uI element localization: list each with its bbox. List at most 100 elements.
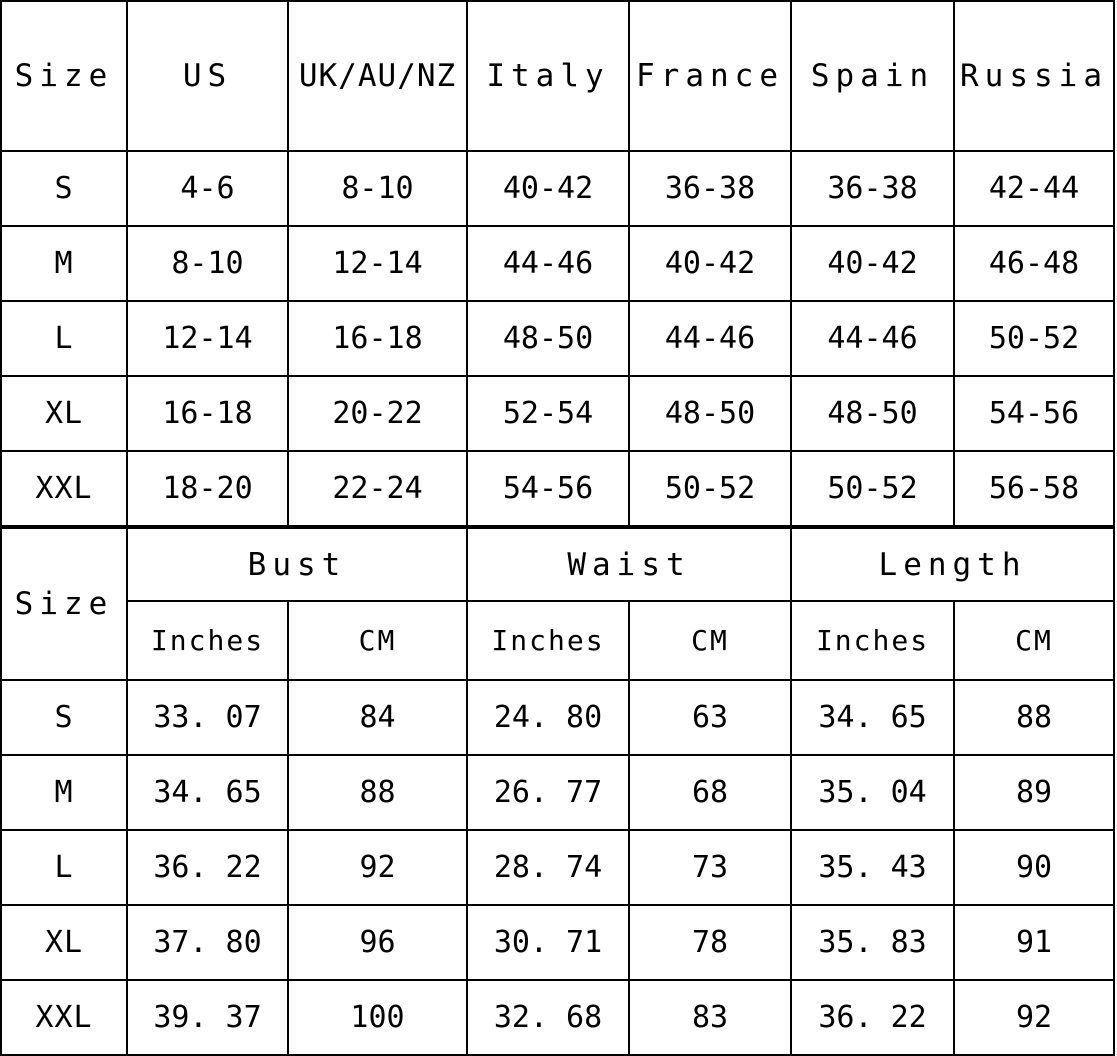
cell-bust-inches: 34. 65 bbox=[126, 754, 289, 831]
cell-uk-au-nz: 22-24 bbox=[287, 450, 468, 527]
cell-russia: 46-48 bbox=[953, 225, 1115, 302]
cell-waist-inches: 28. 74 bbox=[466, 829, 630, 906]
table-row: L 12-14 16-18 48-50 44-46 44-46 50-52 bbox=[0, 300, 1115, 377]
cell-length-cm: 92 bbox=[953, 979, 1116, 1056]
cell-us: 4-6 bbox=[126, 150, 289, 227]
conversion-header-row: Size US UK/AU/NZ Italy France Spain Russ… bbox=[0, 0, 1115, 152]
table-row: S 4-6 8-10 40-42 36-38 36-38 42-44 bbox=[0, 150, 1115, 227]
cell-size: M bbox=[0, 754, 128, 831]
column-header-length-inches: Inches bbox=[790, 600, 956, 681]
cell-size: S bbox=[0, 679, 128, 756]
cell-bust-cm: 88 bbox=[287, 754, 468, 831]
column-header-bust-cm: CM bbox=[287, 600, 468, 681]
cell-waist-cm: 83 bbox=[627, 979, 793, 1056]
cell-size: XL bbox=[0, 375, 128, 452]
cell-waist-cm: 68 bbox=[627, 754, 793, 831]
cell-size: XL bbox=[0, 904, 128, 981]
cell-bust-inches: 36. 22 bbox=[126, 829, 289, 906]
cell-length-cm: 91 bbox=[953, 904, 1116, 981]
cell-spain: 40-42 bbox=[790, 225, 955, 302]
cell-italy: 52-54 bbox=[466, 375, 630, 452]
group-header-waist: Waist bbox=[465, 527, 793, 602]
cell-russia: 56-58 bbox=[953, 450, 1115, 527]
cell-italy: 48-50 bbox=[466, 300, 630, 377]
cell-russia: 50-52 bbox=[953, 300, 1115, 377]
column-header-size: Size bbox=[0, 0, 128, 152]
table-row: XXL 39. 37 100 32. 68 83 36. 22 92 bbox=[0, 979, 1116, 1056]
cell-france: 50-52 bbox=[628, 450, 792, 527]
cell-bust-cm: 100 bbox=[287, 979, 468, 1056]
cell-bust-cm: 92 bbox=[287, 829, 468, 906]
cell-bust-cm: 84 bbox=[287, 679, 468, 756]
size-chart-container: Size US UK/AU/NZ Italy France Spain Russ… bbox=[0, 0, 1117, 1056]
cell-italy: 40-42 bbox=[466, 150, 630, 227]
cell-size: S bbox=[0, 150, 128, 227]
table-row: M 34. 65 88 26. 77 68 35. 04 89 bbox=[0, 754, 1116, 831]
table-row: L 36. 22 92 28. 74 73 35. 43 90 bbox=[0, 829, 1116, 906]
table-row: XL 16-18 20-22 52-54 48-50 48-50 54-56 bbox=[0, 375, 1115, 452]
column-header-us: US bbox=[126, 0, 289, 152]
cell-waist-inches: 30. 71 bbox=[466, 904, 630, 981]
cell-size: M bbox=[0, 225, 128, 302]
column-header-size: Size bbox=[0, 527, 128, 681]
cell-russia: 42-44 bbox=[953, 150, 1115, 227]
table-row: XXL 18-20 22-24 54-56 50-52 50-52 56-58 bbox=[0, 450, 1115, 527]
cell-france: 40-42 bbox=[628, 225, 792, 302]
cell-waist-cm: 78 bbox=[627, 904, 793, 981]
table-row: M 8-10 12-14 44-46 40-42 40-42 46-48 bbox=[0, 225, 1115, 302]
cell-spain: 44-46 bbox=[790, 300, 955, 377]
body-measurement-table: Size Bust Waist Length Inches CM Inches … bbox=[0, 527, 1116, 1056]
group-header-length: Length bbox=[790, 527, 1116, 602]
cell-length-cm: 89 bbox=[953, 754, 1116, 831]
column-header-russia: Russia bbox=[953, 0, 1115, 152]
cell-waist-inches: 24. 80 bbox=[466, 679, 630, 756]
cell-uk-au-nz: 12-14 bbox=[287, 225, 468, 302]
cell-waist-cm: 73 bbox=[627, 829, 793, 906]
table-row: S 33. 07 84 24. 80 63 34. 65 88 bbox=[0, 679, 1116, 756]
column-header-waist-inches: Inches bbox=[466, 600, 630, 681]
cell-uk-au-nz: 16-18 bbox=[287, 300, 468, 377]
cell-size: L bbox=[0, 300, 128, 377]
cell-us: 12-14 bbox=[126, 300, 289, 377]
cell-italy: 54-56 bbox=[466, 450, 630, 527]
column-header-spain: Spain bbox=[790, 0, 955, 152]
cell-uk-au-nz: 20-22 bbox=[287, 375, 468, 452]
column-header-waist-cm: CM bbox=[627, 600, 793, 681]
cell-length-inches: 36. 22 bbox=[790, 979, 956, 1056]
cell-length-cm: 90 bbox=[953, 829, 1116, 906]
cell-length-cm: 88 bbox=[953, 679, 1116, 756]
cell-size: XXL bbox=[0, 979, 128, 1056]
column-header-uk-au-nz: UK/AU/NZ bbox=[287, 0, 468, 152]
cell-waist-cm: 63 bbox=[627, 679, 793, 756]
cell-bust-inches: 39. 37 bbox=[126, 979, 289, 1056]
cell-bust-inches: 37. 80 bbox=[126, 904, 289, 981]
cell-length-inches: 35. 43 bbox=[790, 829, 956, 906]
cell-france: 48-50 bbox=[628, 375, 792, 452]
cell-spain: 48-50 bbox=[790, 375, 955, 452]
cell-length-inches: 35. 04 bbox=[790, 754, 956, 831]
cell-france: 36-38 bbox=[628, 150, 792, 227]
cell-uk-au-nz: 8-10 bbox=[287, 150, 468, 227]
cell-waist-inches: 32. 68 bbox=[466, 979, 630, 1056]
cell-france: 44-46 bbox=[628, 300, 792, 377]
cell-length-inches: 34. 65 bbox=[790, 679, 956, 756]
table-row: XL 37. 80 96 30. 71 78 35. 83 91 bbox=[0, 904, 1116, 981]
cell-italy: 44-46 bbox=[466, 225, 630, 302]
measurement-group-header-row: Size Bust Waist Length bbox=[0, 527, 1116, 681]
cell-us: 16-18 bbox=[126, 375, 289, 452]
column-header-bust-inches: Inches bbox=[126, 600, 289, 681]
group-header-bust: Bust bbox=[126, 527, 468, 602]
column-header-italy: Italy bbox=[466, 0, 630, 152]
cell-bust-cm: 96 bbox=[287, 904, 468, 981]
cell-length-inches: 35. 83 bbox=[790, 904, 956, 981]
cell-russia: 54-56 bbox=[953, 375, 1115, 452]
cell-spain: 50-52 bbox=[790, 450, 955, 527]
column-header-length-cm: CM bbox=[953, 600, 1116, 681]
size-conversion-table: Size US UK/AU/NZ Italy France Spain Russ… bbox=[0, 0, 1115, 527]
cell-size: XXL bbox=[0, 450, 128, 527]
cell-size: L bbox=[0, 829, 128, 906]
cell-waist-inches: 26. 77 bbox=[466, 754, 630, 831]
cell-bust-inches: 33. 07 bbox=[126, 679, 289, 756]
cell-us: 18-20 bbox=[126, 450, 289, 527]
cell-us: 8-10 bbox=[126, 225, 289, 302]
